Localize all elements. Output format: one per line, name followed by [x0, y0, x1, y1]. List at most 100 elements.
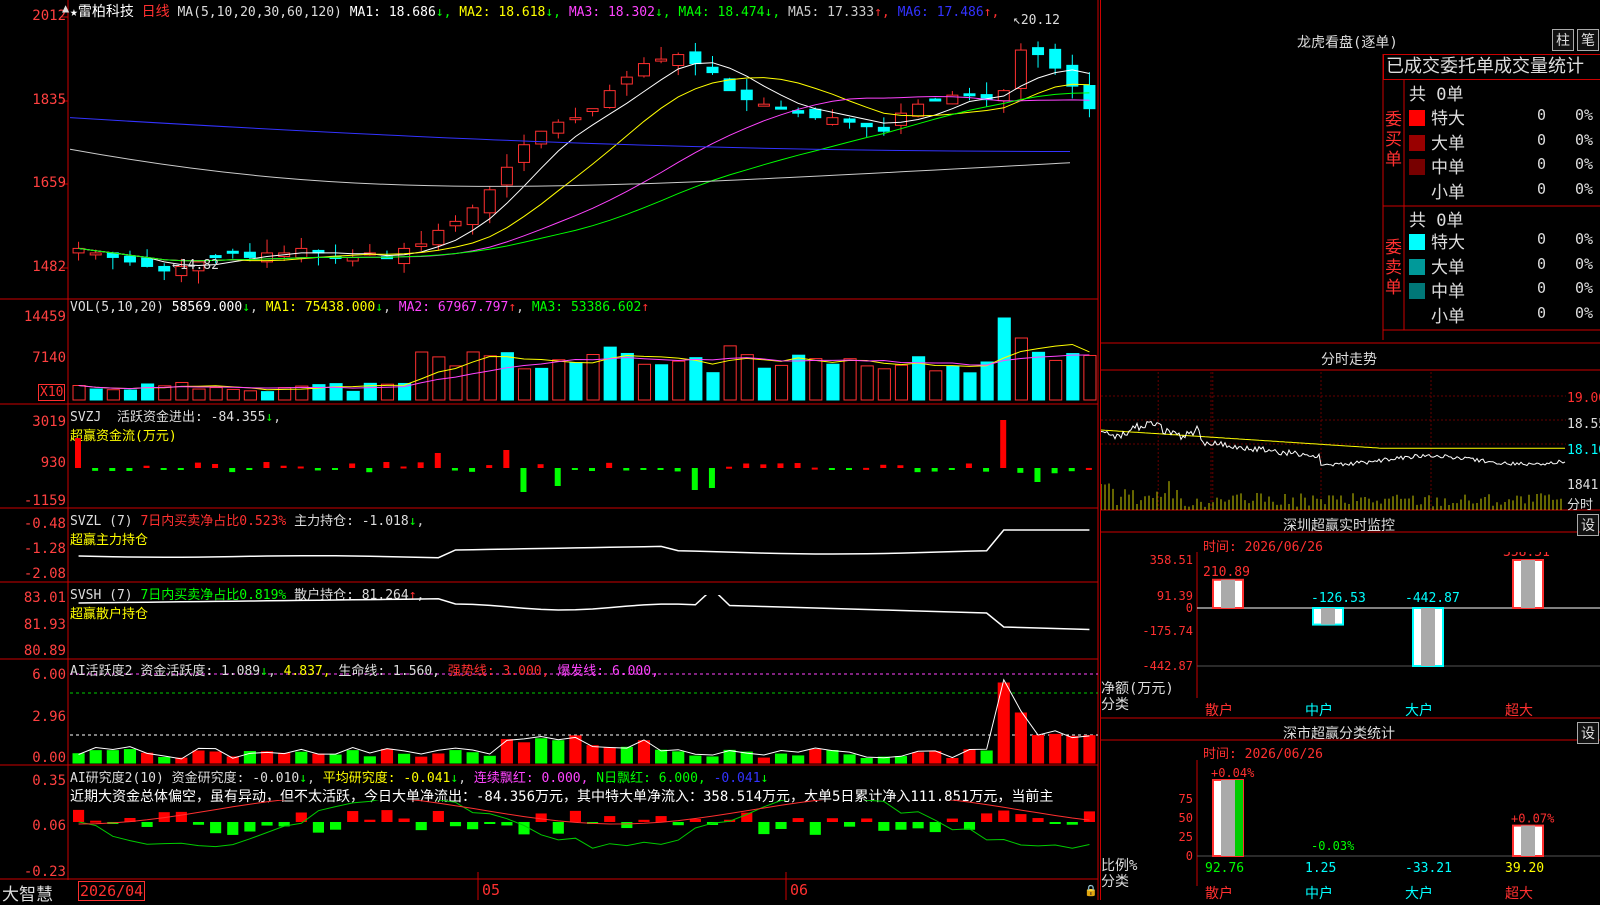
svzl-chart[interactable] — [70, 520, 1098, 580]
volume-bar — [774, 364, 789, 401]
svzj-bar — [194, 462, 201, 468]
sz-category-title: 深市超赢分类统计 — [1283, 726, 1395, 742]
sz-category-chart[interactable]: 75 50 25 0 +0.04% 92.76 散户 -0.03% 1.25 中户 -33.21 大户… — [1101, 760, 1600, 900]
ai1-bar — [603, 747, 616, 764]
svzj-bar — [743, 463, 750, 468]
ai1-bar — [209, 751, 222, 764]
volume-bar — [123, 389, 138, 401]
svzj-axis-label: -1159 — [23, 493, 66, 509]
ai2-header: AI研究度2(10) 资金研究度: -0.010↓, 平均研究度: -0.041… — [70, 771, 769, 786]
ai1-bar — [860, 757, 873, 764]
ai2-bar — [398, 818, 410, 822]
svzj-bar — [691, 468, 698, 490]
ai2-bar — [449, 822, 462, 827]
candle — [226, 250, 239, 254]
sz-category-label: 中户 — [1305, 702, 1333, 718]
sz-category-label: 散户 — [1205, 702, 1233, 718]
ai1-bar — [432, 753, 445, 764]
svzj-chart[interactable] — [70, 420, 1098, 506]
cat-bar-value: -33.21 — [1405, 861, 1452, 876]
order-percent: 0% — [1575, 279, 1594, 297]
legend-swatch — [1409, 159, 1425, 175]
svzj-bar — [400, 466, 407, 469]
svsh-axis-label: 83.01 — [23, 590, 66, 606]
sz-bar-shade — [1221, 579, 1235, 608]
price-axis-label: 2012 — [32, 8, 66, 24]
candle — [637, 63, 650, 77]
svzj-bar — [914, 468, 921, 473]
order-count: 0 — [1537, 254, 1547, 273]
main-chart-area[interactable]: 2012 1835 1659 1482 ★雷柏科技 日线 MA(5,10,20,… — [0, 0, 1100, 905]
ai1-bar — [980, 750, 993, 764]
ai1-bar — [329, 754, 342, 764]
ai1-bar — [894, 756, 908, 764]
candle — [740, 89, 753, 101]
ai1-bar — [483, 755, 496, 764]
svzj-bar — [280, 465, 287, 468]
sz-monitor-chart[interactable]: 358.5191.390-175.74-442.87210.89散户-126.5… — [1101, 552, 1600, 718]
volume-bar — [757, 367, 771, 401]
ai2-bar — [432, 810, 444, 822]
cat-category-label: 散户 — [1205, 885, 1233, 900]
order-percent: 0% — [1575, 179, 1594, 198]
svzj-bar — [931, 468, 938, 472]
candle — [912, 103, 925, 117]
ai1-bar — [672, 751, 685, 764]
order-percent: 0% — [1575, 106, 1594, 124]
kline-chart[interactable] — [70, 14, 1098, 298]
order-row-特大: 特大 — [1409, 228, 1465, 253]
order-count: 0 — [1537, 179, 1547, 198]
candle — [1032, 47, 1045, 56]
candle — [826, 117, 839, 125]
order-percent: 0% — [1575, 130, 1594, 149]
price-axis-label: 1659 — [32, 175, 66, 191]
lock-icon[interactable]: 🔒 — [1084, 884, 1098, 897]
sz-category-settings-button[interactable]: 设 — [1577, 722, 1599, 744]
volume-bar — [1031, 351, 1046, 401]
volume-bar — [295, 385, 309, 401]
volume-bar — [894, 364, 909, 401]
ai2-bar — [175, 811, 187, 822]
ai2-bar — [330, 822, 342, 830]
volume-bar — [346, 390, 360, 401]
svzj-bar — [417, 462, 424, 468]
cat-bar-overlay — [1235, 780, 1243, 856]
svsh-line — [78, 595, 1090, 631]
candle — [432, 229, 445, 246]
candle — [243, 251, 256, 258]
svzj-bar — [469, 468, 476, 472]
order-row-小单: 小单 — [1409, 302, 1465, 327]
vol-header: VOL(5,10,20) 58569.000↓, MA1: 75438.000↓… — [70, 300, 650, 315]
ai2-bar — [535, 813, 547, 822]
candle — [843, 118, 856, 123]
volume-bar — [672, 360, 686, 401]
ai1-axis-label: 2.96 — [32, 709, 66, 725]
volume-bar — [415, 351, 429, 401]
sz-bar-shade — [1421, 608, 1435, 666]
intraday-chart[interactable] — [1101, 372, 1600, 510]
volume-chart[interactable] — [70, 314, 1098, 402]
ai2-bar — [981, 813, 993, 822]
ma-line-60 — [70, 148, 1071, 187]
ai2-bar — [826, 818, 838, 822]
candle — [89, 252, 102, 256]
scroll-up-icon[interactable]: ▲ — [62, 1, 69, 15]
candle — [569, 117, 582, 121]
ai2-bar — [809, 822, 821, 835]
svsh-chart[interactable] — [70, 595, 1098, 657]
svzj-bar — [126, 468, 133, 471]
ai2-bar — [1083, 811, 1095, 822]
ai2-bar — [792, 818, 804, 822]
ai2-axis-label: 0.35 — [32, 773, 66, 789]
brand-label: 大智慧 — [2, 885, 53, 905]
ai1-bar — [89, 750, 102, 764]
volume-bar — [826, 363, 840, 401]
ai1-chart[interactable] — [70, 676, 1098, 764]
ai2-bar — [895, 822, 907, 830]
order-percent: 0% — [1575, 254, 1594, 273]
order-row-中单: 中单 — [1409, 277, 1465, 302]
candle — [500, 166, 513, 186]
sz-monitor-settings-button[interactable]: 设 — [1577, 514, 1599, 536]
ai2-chart[interactable] — [70, 800, 1098, 878]
volume-bar — [740, 354, 754, 401]
